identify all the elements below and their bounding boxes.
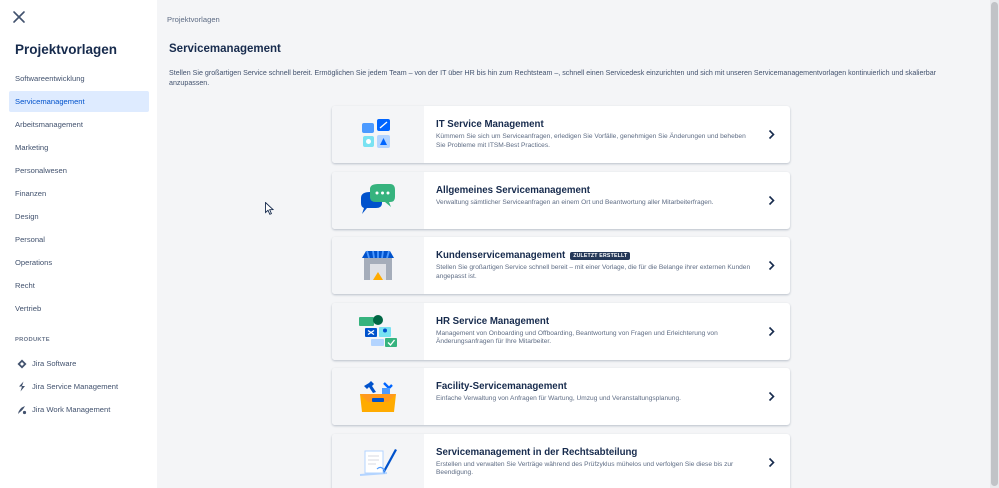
product-label: Jira Software (32, 359, 77, 368)
template-description: Einfache Verwaltung von Anfragen für War… (436, 395, 681, 402)
template-title: Facility-Servicemanagement (436, 381, 567, 392)
sidebar-item-personal[interactable]: Personal (9, 229, 149, 250)
chevron-right-icon (768, 391, 775, 402)
product-jira-service-management[interactable]: Jira Service Management (9, 376, 149, 397)
sidebar-item-design[interactable]: Design (9, 206, 149, 227)
jira-service-management-icon (19, 381, 25, 392)
template-thumbnail (332, 106, 424, 163)
chevron-right-icon (768, 129, 775, 140)
storefront-illustration-icon (362, 250, 394, 280)
template-thumbnail (332, 237, 424, 294)
products-heading: PRODUKTE (15, 337, 50, 343)
close-icon[interactable] (12, 10, 26, 24)
template-title: Kundenservicemanagement ZULETZT ERSTELLT (436, 250, 754, 261)
product-label: Jira Service Management (32, 382, 119, 391)
template-description: Verwaltung sämtlicher Serviceanfragen an… (436, 198, 714, 206)
it-service-illustration-icon (362, 118, 390, 148)
toolbox-illustration-icon (360, 380, 396, 412)
template-thumbnail (332, 302, 424, 360)
template-title: Allgemeines Servicemanagement (436, 184, 590, 196)
vertical-scrollbar[interactable] (990, 0, 999, 488)
sidebar-item-recht[interactable]: Recht (9, 275, 149, 296)
chevron-right-icon (768, 326, 775, 336)
sidebar-item-marketing[interactable]: Marketing (9, 137, 149, 158)
chevron-right-icon (768, 195, 775, 205)
template-description: Management von Onboarding und Offboardin… (436, 329, 718, 346)
template-description: Stellen Sie großartigen Service schnell … (436, 264, 751, 280)
breadcrumb[interactable]: Projektvorlagen (167, 15, 220, 24)
template-thumbnail (332, 171, 424, 229)
sidebar-item-operations[interactable]: Operations (9, 252, 149, 273)
product-jira-software[interactable]: Jira Software (9, 353, 149, 374)
sidebar-item-softwareentwicklung[interactable]: Softwareentwicklung (9, 68, 149, 89)
products-list: Jira Software Jira Service Management Ji… (9, 353, 149, 422)
sidebar-item-arbeitsmanagement[interactable]: Arbeitsmanagement (9, 114, 149, 135)
recently-created-badge: ZULETZT ERSTELLT (570, 251, 631, 260)
template-description: Kümmern Sie sich um Serviceanfragen, erl… (436, 133, 746, 149)
product-label: Jira Work Management (32, 405, 111, 414)
sidebar-item-servicemanagement[interactable]: Servicemanagement (9, 91, 149, 112)
mouse-pointer-icon (265, 202, 274, 215)
template-title: Servicemanagement in der Rechtsabteilung (436, 446, 638, 458)
template-thumbnail (332, 368, 424, 425)
main-content: Projektvorlagen Servicemanagement Stelle… (157, 0, 990, 488)
product-jira-work-management[interactable]: Jira Work Management (9, 399, 149, 420)
chevron-right-icon (768, 260, 775, 271)
template-card-hr-service-management[interactable]: HR Service Management Management von Onb… (332, 302, 790, 360)
page-description: Stellen Sie großartigen Service schnell … (169, 69, 937, 87)
hr-people-illustration-icon (359, 315, 397, 347)
sidebar-title: Projektvorlagen (15, 42, 118, 57)
template-card-kundenservicemanagement[interactable]: Kundenservicemanagement ZULETZT ERSTELLT… (332, 237, 790, 294)
template-thumbnail (332, 433, 424, 488)
chat-bubbles-illustration-icon (361, 184, 395, 214)
jira-work-management-icon (18, 405, 27, 414)
sidebar: Projektvorlagen Softwareentwicklung Serv… (0, 0, 157, 488)
template-card-rechtsabteilung[interactable]: Servicemanagement in der Rechtsabteilung… (332, 433, 790, 488)
template-card-allgemeines-servicemanagement[interactable]: Allgemeines Servicemanagement Verwaltung… (332, 171, 790, 229)
sidebar-item-personalwesen[interactable]: Personalwesen (9, 160, 149, 181)
template-description: Erstellen und verwalten Sie Verträge wäh… (436, 460, 734, 477)
sidebar-item-vertrieb[interactable]: Vertrieb (9, 298, 149, 319)
scrollbar-thumb[interactable] (991, 2, 998, 486)
template-title: IT Service Management (436, 119, 544, 130)
legal-document-illustration-icon (359, 449, 397, 476)
page-title: Servicemanagement (169, 43, 281, 55)
chevron-right-icon (768, 457, 775, 467)
template-card-facility-servicemanagement[interactable]: Facility-Servicemanagement Einfache Verw… (332, 368, 790, 425)
template-title: HR Service Management (436, 315, 550, 327)
template-list: IT Service Management Kümmern Sie sich u… (332, 106, 790, 488)
jira-software-icon (17, 359, 27, 368)
sidebar-category-list: Softwareentwicklung Servicemanagement Ar… (9, 68, 149, 321)
template-card-it-service-management[interactable]: IT Service Management Kümmern Sie sich u… (332, 106, 790, 163)
sidebar-item-finanzen[interactable]: Finanzen (9, 183, 149, 204)
